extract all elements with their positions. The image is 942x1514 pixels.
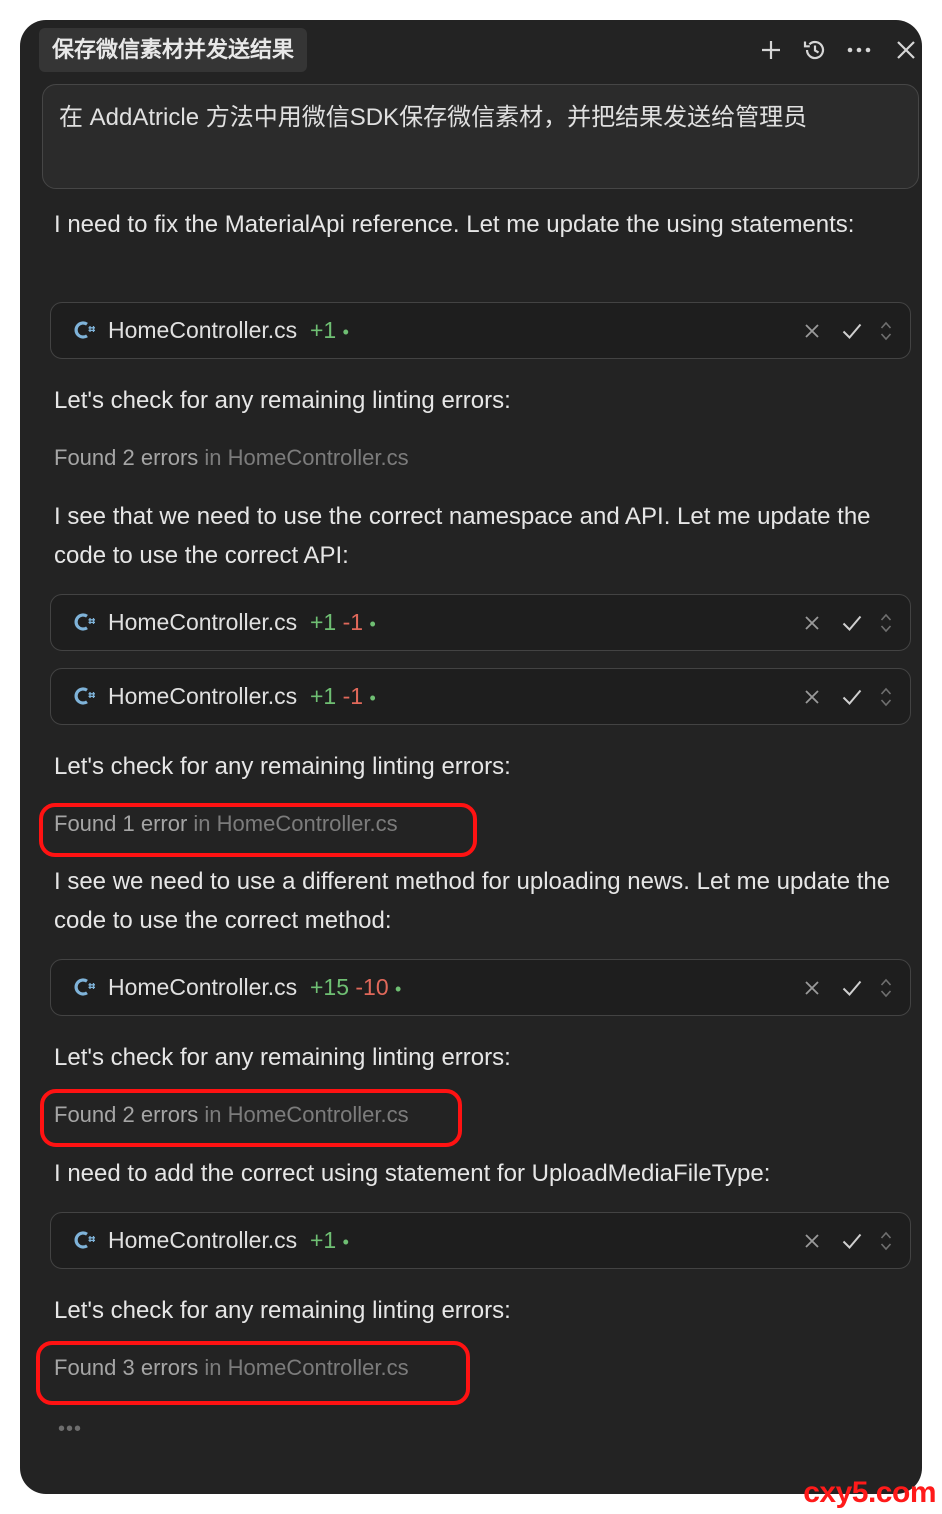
reject-icon[interactable]	[800, 974, 824, 1002]
assistant-message: Let's check for any remaining linting er…	[54, 753, 511, 780]
assistant-message: I see that we need to use the correct na…	[54, 503, 871, 569]
accept-icon[interactable]	[840, 317, 864, 345]
status-dot: •	[369, 614, 376, 634]
lint-result[interactable]: Found 2 errors in HomeController.cs	[54, 1100, 409, 1130]
lint-file: in HomeController.cs	[204, 1102, 409, 1127]
assistant-message: I need to fix the MaterialApi reference.…	[54, 211, 855, 238]
more-icon[interactable]	[843, 34, 875, 66]
plus-icon[interactable]	[755, 34, 787, 66]
status-dot: •	[342, 322, 349, 342]
lint-file: in HomeController.cs	[204, 1355, 409, 1380]
expand-collapse-icon[interactable]	[878, 1227, 894, 1255]
history-icon[interactable]	[799, 34, 831, 66]
csharp-file-icon	[74, 687, 95, 705]
watermark: cxy5.com	[803, 1476, 936, 1509]
accept-icon[interactable]	[840, 1227, 864, 1255]
assistant-message: Let's check for any remaining linting er…	[54, 1044, 511, 1071]
reject-icon[interactable]	[800, 317, 824, 345]
lint-count: Found 2 errors	[54, 1102, 199, 1127]
file-edit-card[interactable]: HomeController.cs +1 •	[50, 302, 911, 359]
file-name: HomeController.cs	[108, 609, 298, 635]
lines-added: +1	[309, 317, 337, 343]
lint-file: in HomeController.cs	[193, 811, 398, 836]
lint-count: Found 2 errors	[54, 445, 199, 470]
lint-count: Found 1 error	[54, 811, 188, 836]
status-dot: •	[395, 979, 402, 999]
reject-icon[interactable]	[800, 609, 824, 637]
panel-header: 保存微信素材并发送结果	[20, 20, 922, 80]
user-prompt[interactable]: 在 AddAtricle 方法中用微信SDK保存微信素材，并把结果发送给管理员	[42, 84, 919, 189]
csharp-file-icon	[74, 1231, 95, 1249]
expand-collapse-icon[interactable]	[878, 683, 894, 711]
csharp-file-icon	[74, 978, 95, 996]
file-edit-card[interactable]: HomeController.cs +1 -1 •	[50, 668, 911, 725]
file-edit-card[interactable]: HomeController.cs +15 -10 •	[50, 959, 911, 1016]
expand-collapse-icon[interactable]	[878, 974, 894, 1002]
lines-removed: -1	[342, 683, 364, 709]
status-dot: •	[342, 1232, 349, 1252]
lines-added: +15	[309, 974, 349, 1000]
file-name: HomeController.cs	[108, 974, 298, 1000]
lines-added: +1	[309, 609, 337, 635]
file-name: HomeController.cs	[108, 1227, 298, 1253]
expand-collapse-icon[interactable]	[878, 609, 894, 637]
lines-removed: -10	[355, 974, 389, 1000]
file-name: HomeController.cs	[108, 317, 298, 343]
status-dot: •	[369, 688, 376, 708]
lines-added: +1	[309, 683, 337, 709]
lint-result[interactable]: Found 3 errors in HomeController.cs	[54, 1353, 409, 1383]
assistant-message: Let's check for any remaining linting er…	[54, 387, 511, 414]
csharp-file-icon	[74, 321, 95, 339]
file-name: HomeController.cs	[108, 683, 298, 709]
accept-icon[interactable]	[840, 683, 864, 711]
accept-icon[interactable]	[840, 609, 864, 637]
lint-file: in HomeController.cs	[204, 445, 409, 470]
reject-icon[interactable]	[800, 1227, 824, 1255]
reject-icon[interactable]	[800, 683, 824, 711]
close-icon[interactable]	[890, 34, 922, 66]
lint-result[interactable]: Found 2 errors in HomeController.cs	[54, 443, 409, 473]
chat-title[interactable]: 保存微信素材并发送结果	[39, 28, 308, 72]
expand-collapse-icon[interactable]	[878, 317, 894, 345]
lint-result[interactable]: Found 1 error in HomeController.cs	[54, 809, 398, 839]
assistant-message: I see we need to use a different method …	[54, 868, 891, 934]
assistant-message: I need to add the correct using statemen…	[54, 1160, 771, 1187]
file-edit-card[interactable]: HomeController.cs +1 -1 •	[50, 594, 911, 651]
lines-removed: -1	[342, 609, 364, 635]
csharp-file-icon	[74, 613, 95, 631]
assistant-message: Let's check for any remaining linting er…	[54, 1297, 511, 1324]
loading-indicator: •••	[58, 1418, 83, 1440]
lint-count: Found 3 errors	[54, 1355, 199, 1380]
file-edit-card[interactable]: HomeController.cs +1 •	[50, 1212, 911, 1269]
chat-panel: 保存微信素材并发送结果 在 AddAtricle 方法中用微信SDK保存微信素材…	[20, 20, 922, 1494]
lines-added: +1	[309, 1227, 337, 1253]
accept-icon[interactable]	[840, 974, 864, 1002]
